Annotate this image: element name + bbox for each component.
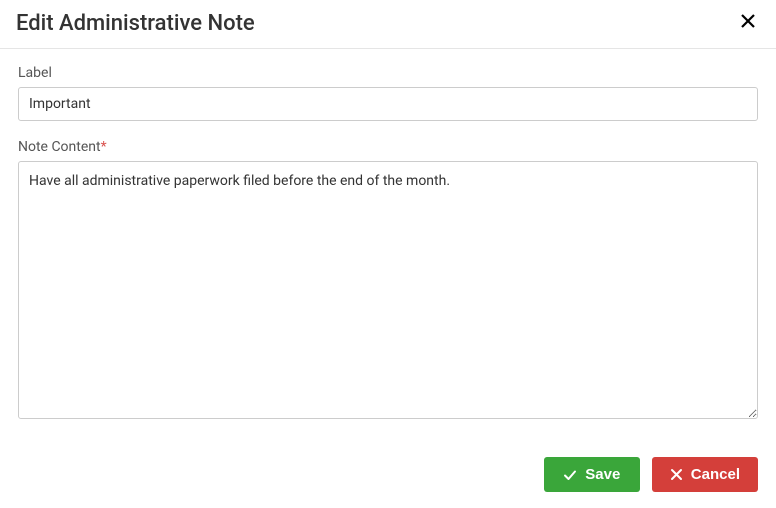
required-marker: * (101, 139, 107, 155)
close-icon (740, 13, 756, 29)
modal-title: Edit Administrative Note (16, 11, 255, 36)
content-field-group: Note Content* (18, 139, 758, 423)
close-button[interactable] (736, 10, 760, 36)
label-field-group: Label (18, 65, 758, 121)
modal-header: Edit Administrative Note (0, 0, 776, 49)
x-icon (670, 468, 683, 481)
label-field-label: Label (18, 65, 758, 81)
check-icon (563, 468, 577, 482)
save-button[interactable]: Save (544, 457, 640, 492)
modal-body: Label Note Content* (0, 49, 776, 457)
cancel-button-label: Cancel (691, 466, 740, 483)
content-field-label: Note Content* (18, 139, 758, 155)
edit-note-modal: Edit Administrative Note Label Note Cont… (0, 0, 776, 507)
modal-footer: Save Cancel (0, 457, 776, 508)
content-field-label-text: Note Content (18, 139, 101, 155)
cancel-button[interactable]: Cancel (652, 457, 758, 492)
save-button-label: Save (585, 466, 620, 483)
content-textarea[interactable] (18, 161, 758, 419)
label-input[interactable] (18, 87, 758, 121)
